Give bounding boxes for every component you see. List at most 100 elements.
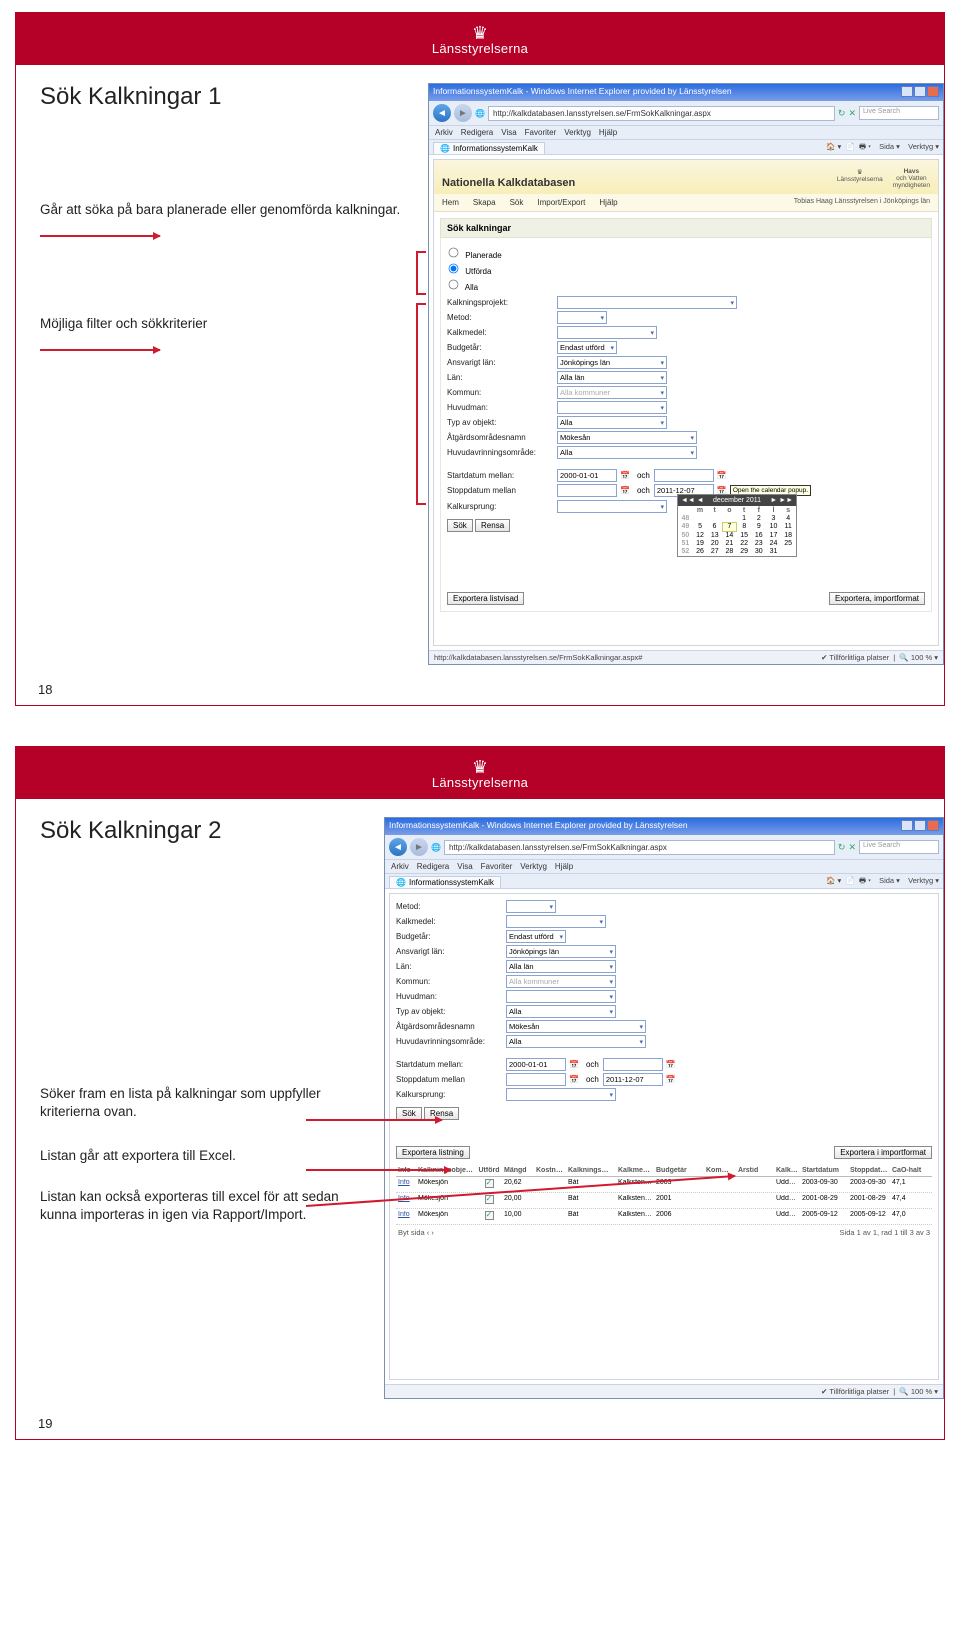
window-buttons[interactable] xyxy=(900,86,939,99)
select-field[interactable]: Jönköpings län▾ xyxy=(506,945,616,958)
radio-utförda[interactable]: Utförda xyxy=(447,262,925,276)
start-date-to[interactable] xyxy=(654,469,714,482)
slide-2: ♛ Länsstyrelserna Sök Kalkningar 2 Söker… xyxy=(15,746,945,1440)
ie-menubar[interactable]: ArkivRedigeraVisaFavoriterVerktygHjälp xyxy=(385,860,943,874)
select-field[interactable]: Alla▾ xyxy=(557,446,697,459)
radio-planerade[interactable]: Planerade xyxy=(447,246,925,260)
window-buttons[interactable] xyxy=(900,820,939,833)
select-field[interactable]: ▾ xyxy=(506,990,616,1003)
export-list-button[interactable]: Exportera listvisad xyxy=(447,592,524,605)
form-row: Kalkmedel:▾ xyxy=(447,326,925,339)
info-link[interactable]: Info xyxy=(398,1211,410,1218)
stop-date-from[interactable] xyxy=(557,484,617,497)
export-import-button[interactable]: Exportera, importformat xyxy=(829,592,925,605)
annotation-radios: Går att söka på bara planerade eller gen… xyxy=(40,201,420,219)
select-field[interactable]: Alla kommuner▾ xyxy=(506,975,616,988)
start-date-to[interactable] xyxy=(603,1058,663,1071)
form-row: Huvudavrinningsområde:Alla▾ xyxy=(396,1035,932,1048)
table-row: InfoMökesjön20,00BåtKalkstensmjöl <0,2mm… xyxy=(396,1193,932,1209)
pager-left[interactable]: Byt sida ‹ › xyxy=(398,1228,434,1237)
slide-header: ♛ Länsstyrelserna xyxy=(16,13,944,65)
select-field[interactable]: Alla län▾ xyxy=(557,371,667,384)
select-field[interactable]: ▾ xyxy=(557,326,657,339)
select-field[interactable]: ▾ xyxy=(506,900,556,913)
start-date-from[interactable]: 2000-01-01 xyxy=(557,469,617,482)
sok-button[interactable]: Sök xyxy=(447,519,473,532)
table-row: InfoMökesjön10,00BåtKalkstensmjöl <0,2mm… xyxy=(396,1209,932,1225)
browser-tab[interactable]: 🌐 InformationssystemKalk xyxy=(433,142,545,154)
annotation-list: Söker fram en lista på kalkningar som up… xyxy=(40,1085,376,1121)
ie-navrow: ◄ ► 🌐 http://kalkdatabasen.lansstyrelsen… xyxy=(385,835,943,860)
select-field[interactable]: Mökesån▾ xyxy=(557,431,697,444)
select-field[interactable]: Alla▾ xyxy=(557,416,667,429)
ie-titlebar: InformationssystemKalk - Windows Interne… xyxy=(429,84,943,101)
kalkursprung-select[interactable]: ▾ xyxy=(557,500,667,513)
back-button[interactable]: ◄ xyxy=(389,838,407,856)
select-field[interactable]: Alla▾ xyxy=(506,1035,646,1048)
start-date-from[interactable]: 2000-01-01 xyxy=(506,1058,566,1071)
ie-menubar[interactable]: ArkivRedigeraVisaFavoriterVerktygHjälp xyxy=(429,126,943,140)
form-row: ÅtgärdsområdesnamnMökesån▾ xyxy=(447,431,925,444)
select-field[interactable]: ▾ xyxy=(557,401,667,414)
select-field[interactable]: Alla▾ xyxy=(506,1005,616,1018)
address-bar[interactable]: http://kalkdatabasen.lansstyrelsen.se/Fr… xyxy=(444,840,835,855)
form-row: Budgetår:Endast utförd▾ xyxy=(447,341,925,354)
form-row: Kalkningsprojekt:▾ xyxy=(447,296,925,309)
select-field[interactable]: Alla län▾ xyxy=(506,960,616,973)
form-row: Typ av objekt:Alla▾ xyxy=(447,416,925,429)
ie-titlebar: InformationssystemKalk - Windows Interne… xyxy=(385,818,943,835)
section-head: Sök kalkningar xyxy=(440,218,932,238)
form-row: Kommun:Alla kommuner▾ xyxy=(447,386,925,399)
kalk-header: Nationella Kalkdatabasen ♛Länsstyrelsern… xyxy=(434,160,938,194)
select-field[interactable]: Endast utförd▾ xyxy=(557,341,617,354)
slide-header: ♛ Länsstyrelserna xyxy=(16,747,944,799)
crown-icon: ♛ xyxy=(432,758,528,776)
form-row: Ansvarigt län:Jönköpings län▾ xyxy=(396,945,932,958)
browser-screenshot: InformationssystemKalk - Windows Interne… xyxy=(428,83,944,665)
forward-button[interactable]: ► xyxy=(410,838,428,856)
slide-title: Sök Kalkningar 1 xyxy=(40,83,420,111)
select-field[interactable]: Jönköpings län▾ xyxy=(557,356,667,369)
bracket-icon xyxy=(416,251,424,295)
app-title: Nationella Kalkdatabasen xyxy=(442,177,575,189)
ie-tabrow: 🌐 InformationssystemKalk 🏠 ▾ 📄 🖶 ▾ Sida … xyxy=(429,140,943,155)
select-field[interactable]: ▾ xyxy=(557,311,607,324)
select-field[interactable]: Endast utförd▾ xyxy=(506,930,566,943)
form-row: Metod:▾ xyxy=(396,900,932,913)
kalkursprung-select[interactable]: ▾ xyxy=(506,1088,616,1101)
form-row: Typ av objekt:Alla▾ xyxy=(396,1005,932,1018)
radio-alla[interactable]: Alla xyxy=(447,278,925,292)
bracket-icon xyxy=(416,303,424,505)
calendar-popup[interactable]: ◄◄ ◄december 2011► ►► mtotfls48123449567… xyxy=(677,494,797,557)
forward-button[interactable]: ► xyxy=(454,104,472,122)
brand-label: Länsstyrelserna xyxy=(432,776,528,789)
address-bar[interactable]: http://kalkdatabasen.lansstyrelsen.se/Fr… xyxy=(488,106,835,121)
browser-tab[interactable]: 🌐 InformationssystemKalk xyxy=(389,876,501,888)
login-label: Tobias Haag Länsstyrelsen i Jönköpings l… xyxy=(794,198,930,207)
annotation-reimport: Listan kan också exporteras till excel f… xyxy=(40,1188,376,1224)
select-field[interactable]: Alla kommuner▾ xyxy=(557,386,667,399)
form-row: Län:Alla län▾ xyxy=(396,960,932,973)
form-row: Län:Alla län▾ xyxy=(447,371,925,384)
slide-1: ♛ Länsstyrelserna Sök Kalkningar 1 Går a… xyxy=(15,12,945,706)
ie-statusbar: http://kalkdatabasen.lansstyrelsen.se/Fr… xyxy=(429,650,943,664)
search-input[interactable]: Live Search xyxy=(859,106,939,120)
select-field[interactable]: ▾ xyxy=(557,296,737,309)
info-link[interactable]: Info xyxy=(398,1179,410,1186)
form-row: Ansvarigt län:Jönköpings län▾ xyxy=(447,356,925,369)
stop-date-to[interactable]: 2011-12-07 xyxy=(603,1073,663,1086)
form-row: Huvudman:▾ xyxy=(447,401,925,414)
select-field[interactable]: Mökesån▾ xyxy=(506,1020,646,1033)
slide-number: 19 xyxy=(38,1416,52,1431)
export-import-button[interactable]: Exportera i importformat xyxy=(834,1146,932,1159)
back-button[interactable]: ◄ xyxy=(433,104,451,122)
export-list-button[interactable]: Exportera listning xyxy=(396,1146,470,1159)
form-row: Kalkmedel:▾ xyxy=(396,915,932,928)
ie-tools[interactable]: 🏠 ▾ 📄 🖶 ▾ Sida ▾ Verktyg ▾ xyxy=(826,875,939,888)
search-input[interactable]: Live Search xyxy=(859,840,939,854)
ie-tools[interactable]: 🏠 ▾ 📄 🖶 ▾ Sida ▾ Verktyg ▾ xyxy=(826,141,939,154)
kalk-menu[interactable]: HemSkapaSökImport/ExportHjälp Tobias Haa… xyxy=(434,194,938,212)
select-field[interactable]: ▾ xyxy=(506,915,606,928)
stop-date-from[interactable] xyxy=(506,1073,566,1086)
rensa-button[interactable]: Rensa xyxy=(475,519,510,532)
